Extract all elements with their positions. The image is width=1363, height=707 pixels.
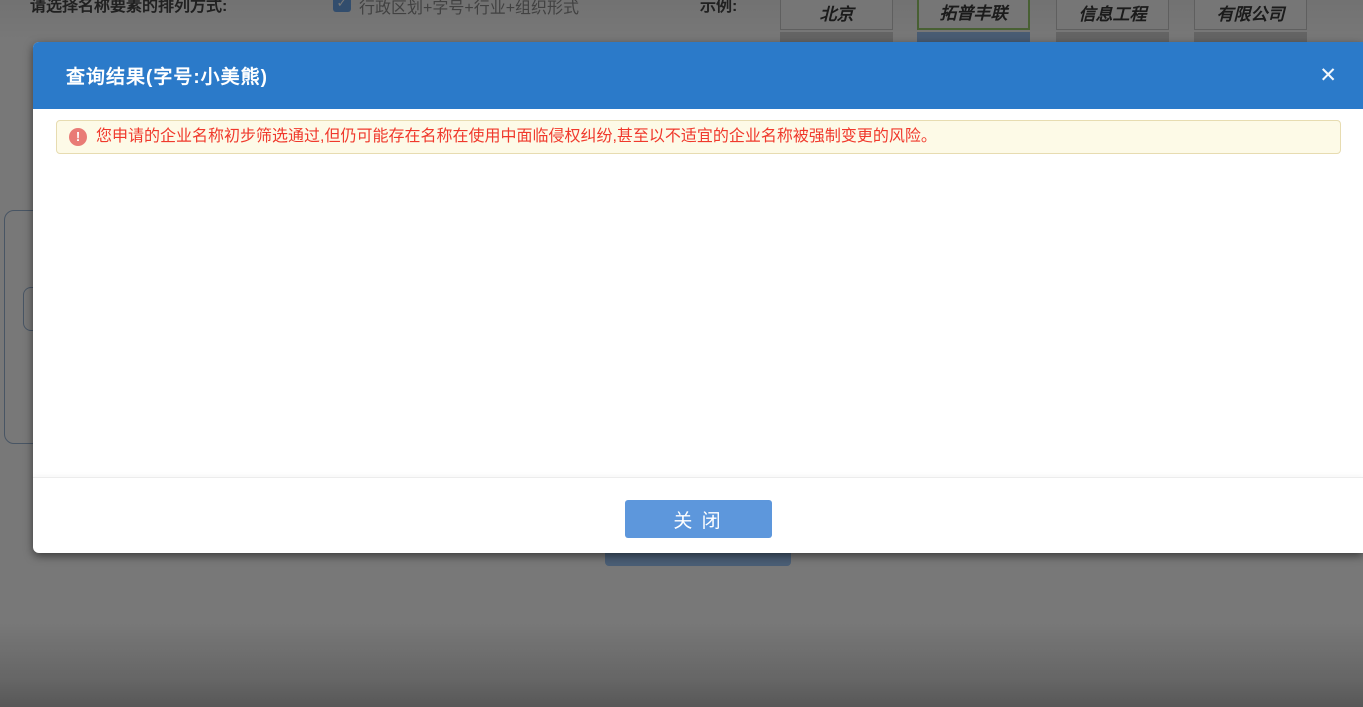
dialog-title: 查询结果(字号:小美熊) [66, 62, 268, 89]
close-button[interactable]: 关 闭 [625, 500, 772, 538]
dialog-body: ! 您申请的企业名称初步筛选通过,但仍可能存在名称在使用中面临侵权纠纷,甚至以不… [33, 109, 1363, 477]
close-icon[interactable]: ✕ [1319, 65, 1337, 86]
query-result-dialog: 查询结果(字号:小美熊) ✕ ! 您申请的企业名称初步筛选通过,但仍可能存在名称… [33, 42, 1363, 553]
dialog-header: 查询结果(字号:小美熊) ✕ [33, 42, 1363, 109]
warning-message: 您申请的企业名称初步筛选通过,但仍可能存在名称在使用中面临侵权纠纷,甚至以不适宜… [96, 127, 937, 147]
exclamation-icon: ! [69, 128, 87, 146]
warning-alert: ! 您申请的企业名称初步筛选通过,但仍可能存在名称在使用中面临侵权纠纷,甚至以不… [56, 120, 1341, 154]
dialog-footer: 关 闭 [33, 477, 1363, 553]
screen: 请选择名称要素的排列方式: ✓ 行政区划+字号+行业+组织形式 示例: 北京 拓… [0, 0, 1363, 707]
